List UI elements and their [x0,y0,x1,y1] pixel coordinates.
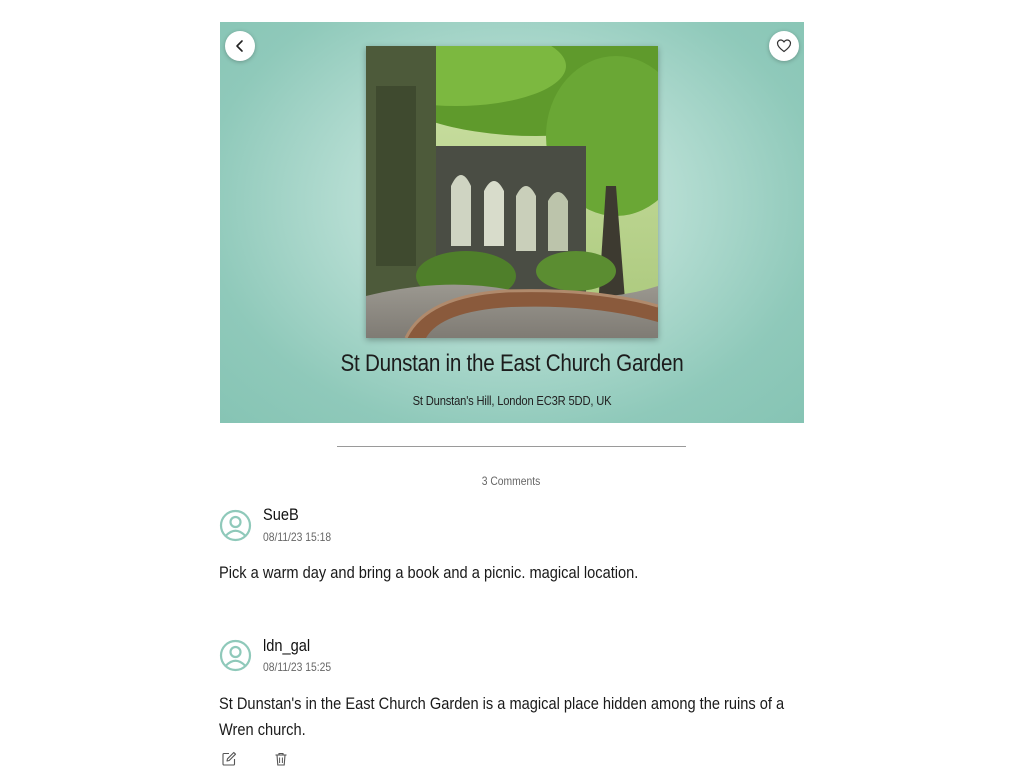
back-button[interactable] [225,31,255,61]
place-hero-card: St Dunstan in the East Church Garden St … [220,22,804,423]
comment-item: ldn_gal 08/11/23 15:25 St Dunstan's in t… [219,636,804,767]
comment-author: SueB [263,505,299,524]
user-avatar-icon [219,509,252,542]
favorite-button[interactable] [769,31,799,61]
trash-icon[interactable] [273,751,289,767]
edit-icon[interactable] [221,751,237,767]
user-avatar-icon [219,639,252,672]
comment-timestamp: 08/11/23 15:18 [263,530,332,544]
comment-timestamp: 08/11/23 15:25 [263,660,332,674]
comment-count: 3 Comments [481,474,541,488]
comment-item: SueB 08/11/23 15:18 Pick a warm day and … [219,505,804,595]
place-title: St Dunstan in the East Church Garden [340,350,684,377]
place-address: St Dunstan's Hill, London EC3R 5DD, UK [412,393,612,408]
heart-icon [776,39,792,53]
comment-author: ldn_gal [263,636,311,655]
section-divider [337,446,686,447]
comment-text: St Dunstan's in the East Church Garden i… [219,694,785,739]
comment-text: Pick a warm day and bring a book and a p… [219,563,639,582]
place-detail-page: St Dunstan in the East Church Garden St … [0,0,1022,767]
place-photo [366,46,658,338]
chevron-left-icon [236,40,243,52]
